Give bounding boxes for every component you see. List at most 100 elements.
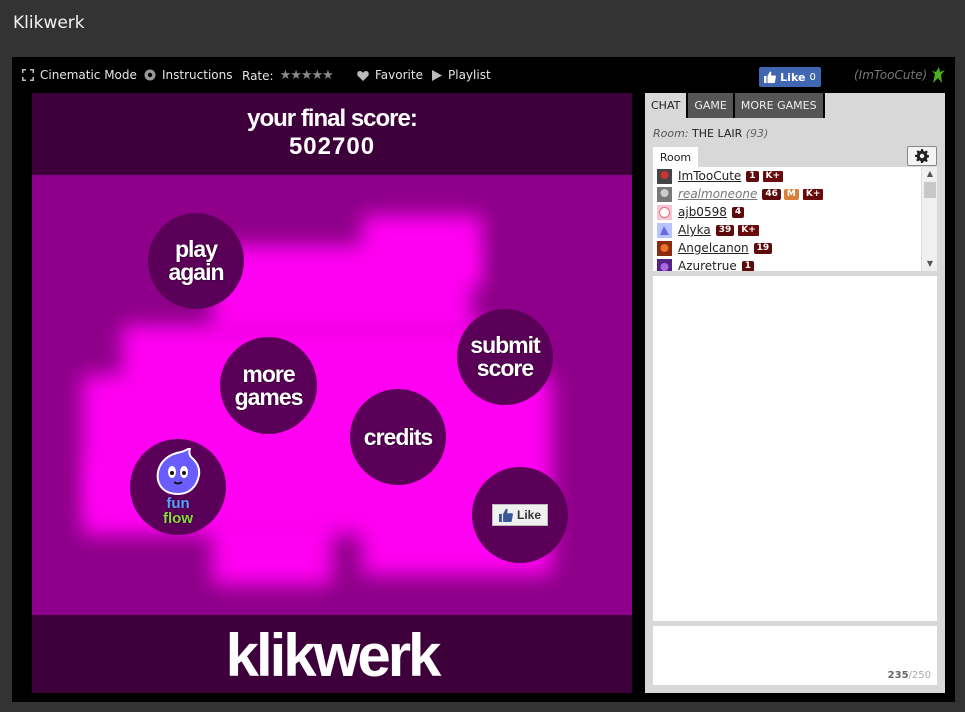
game-like-button[interactable]: Like bbox=[491, 504, 548, 526]
room-tab[interactable]: Room bbox=[653, 147, 698, 167]
submit-score-line2: score bbox=[476, 355, 534, 381]
user-name[interactable]: Azuretrue bbox=[678, 259, 737, 271]
final-score-value: 502700 bbox=[288, 133, 376, 160]
game-toolbar: Cinematic Mode Instructions Rate: ★★★★★ … bbox=[12, 57, 955, 93]
credits-button[interactable]: credits bbox=[350, 389, 446, 485]
play-again-line1: play bbox=[174, 236, 218, 262]
rating-control: Rate: ★★★★★ bbox=[242, 68, 334, 83]
room-count: (93) bbox=[745, 127, 769, 140]
submit-score-line1: submit bbox=[470, 332, 540, 358]
klikwerk-logo: klikwerk bbox=[225, 622, 442, 689]
game-like-circle: Like bbox=[472, 467, 568, 563]
list-item[interactable]: Azuretrue 1 bbox=[653, 257, 937, 271]
thumbs-up-icon bbox=[764, 71, 777, 83]
level-badge: 19 bbox=[753, 242, 773, 254]
more-games-line1: more bbox=[242, 360, 295, 387]
list-item[interactable]: realmoneone 46 M K+ bbox=[653, 185, 937, 203]
room-name: THE LAIR bbox=[692, 127, 743, 140]
playlist-button[interactable]: Playlist bbox=[432, 68, 491, 82]
user-name[interactable]: Angelcanon bbox=[678, 241, 749, 255]
chat-input[interactable]: 235/250 bbox=[653, 626, 937, 685]
funflow-fun: fun bbox=[166, 495, 190, 512]
avatar bbox=[657, 240, 672, 256]
game-canvas[interactable]: your final score: 502700 play again more g… bbox=[32, 93, 632, 693]
heart-icon bbox=[357, 70, 369, 81]
play-again-button[interactable]: play again bbox=[148, 213, 244, 309]
moderator-badge: M bbox=[783, 188, 799, 200]
game-footer: klikwerk bbox=[32, 615, 632, 693]
panel-tabs: CHAT GAME MORE GAMES bbox=[645, 93, 825, 118]
fullscreen-icon bbox=[22, 69, 34, 81]
level-badge: 39 bbox=[715, 224, 735, 236]
funflow-button[interactable]: fun flow bbox=[130, 439, 226, 535]
play-again-line2: again bbox=[168, 259, 224, 285]
chat-panel: CHAT GAME MORE GAMES Room: THE LAIR (93)… bbox=[645, 93, 945, 693]
avatar bbox=[657, 204, 672, 220]
list-item[interactable]: Angelcanon 19 bbox=[653, 239, 937, 257]
settings-button[interactable] bbox=[907, 146, 937, 166]
avatar bbox=[657, 222, 672, 238]
current-username[interactable]: (ImTooCute) bbox=[854, 68, 927, 82]
avatar bbox=[657, 168, 672, 184]
scroll-up-icon[interactable]: ▲ bbox=[922, 167, 937, 181]
list-item[interactable]: Alyka 39 K+ bbox=[653, 221, 937, 239]
scroll-down-icon[interactable]: ▼ bbox=[922, 257, 937, 271]
cinematic-mode-button[interactable]: Cinematic Mode bbox=[22, 68, 137, 82]
cinematic-mode-label: Cinematic Mode bbox=[40, 68, 137, 82]
more-games-line2: games bbox=[234, 383, 304, 410]
user-list: ImTooCute 1 K+ realmoneone 46 M K+ ajb05… bbox=[653, 167, 937, 271]
kplus-badge: K+ bbox=[801, 187, 825, 201]
glow-block bbox=[362, 215, 482, 285]
list-item[interactable]: ajb0598 4 bbox=[653, 203, 937, 221]
scroll-thumb[interactable] bbox=[924, 182, 936, 198]
favorite-button[interactable]: Favorite bbox=[357, 68, 423, 82]
tab-game[interactable]: GAME bbox=[688, 93, 733, 118]
play-icon bbox=[432, 69, 442, 81]
funflow-flow: flow bbox=[163, 510, 193, 527]
kong-user-icon[interactable] bbox=[930, 66, 946, 84]
rate-label: Rate: bbox=[242, 68, 274, 83]
score-header: your final score: 502700 bbox=[32, 93, 632, 175]
gear-icon bbox=[915, 149, 929, 163]
funflow-mascot-icon bbox=[156, 448, 201, 496]
facebook-like-button[interactable]: Like 0 bbox=[759, 67, 821, 87]
submit-score-button[interactable]: submit score bbox=[457, 309, 553, 405]
list-item[interactable]: ImTooCute 1 K+ bbox=[653, 167, 937, 185]
instructions-label: Instructions bbox=[162, 68, 233, 82]
char-used: 235 bbox=[887, 670, 909, 681]
playlist-label: Playlist bbox=[448, 68, 491, 82]
star-rating-icons[interactable]: ★★★★★ bbox=[280, 68, 334, 83]
char-counter: 235/250 bbox=[888, 670, 931, 681]
funflow-logo: fun flow bbox=[163, 496, 193, 526]
credits-label: credits bbox=[363, 423, 433, 450]
level-badge: 46 bbox=[762, 188, 781, 200]
user-name[interactable]: ajb0598 bbox=[678, 205, 727, 219]
thumbs-up-icon bbox=[498, 508, 513, 522]
room-info: Room: THE LAIR (93) bbox=[653, 127, 768, 140]
page-title: Klikwerk bbox=[13, 13, 85, 33]
more-games-button[interactable]: more games bbox=[220, 337, 317, 434]
level-badge: 4 bbox=[731, 206, 745, 218]
level-badge: 1 bbox=[741, 260, 755, 271]
tab-chat[interactable]: CHAT bbox=[645, 93, 687, 118]
game-frame: Cinematic Mode Instructions Rate: ★★★★★ … bbox=[12, 57, 955, 702]
kplus-badge: K+ bbox=[737, 223, 760, 237]
user-name[interactable]: ImTooCute bbox=[678, 169, 741, 183]
avatar bbox=[657, 186, 672, 202]
char-max: /250 bbox=[908, 670, 931, 681]
user-name[interactable]: realmoneone bbox=[678, 187, 757, 201]
facebook-like-label: Like bbox=[780, 70, 806, 84]
user-name[interactable]: Alyka bbox=[678, 223, 711, 237]
tab-more-games[interactable]: MORE GAMES bbox=[734, 93, 823, 118]
favorite-label: Favorite bbox=[375, 68, 423, 82]
avatar bbox=[657, 258, 672, 271]
final-score-label: your final score: bbox=[247, 105, 418, 132]
game-like-label: Like bbox=[516, 508, 541, 522]
user-list-scrollbar[interactable]: ▲ ▼ bbox=[921, 167, 937, 271]
glow-block bbox=[212, 515, 332, 585]
facebook-like-count: 0 bbox=[809, 71, 816, 83]
lifebuoy-icon bbox=[144, 69, 156, 81]
room-label: Room: bbox=[653, 127, 689, 140]
instructions-button[interactable]: Instructions bbox=[144, 68, 232, 82]
chat-messages bbox=[653, 276, 937, 621]
